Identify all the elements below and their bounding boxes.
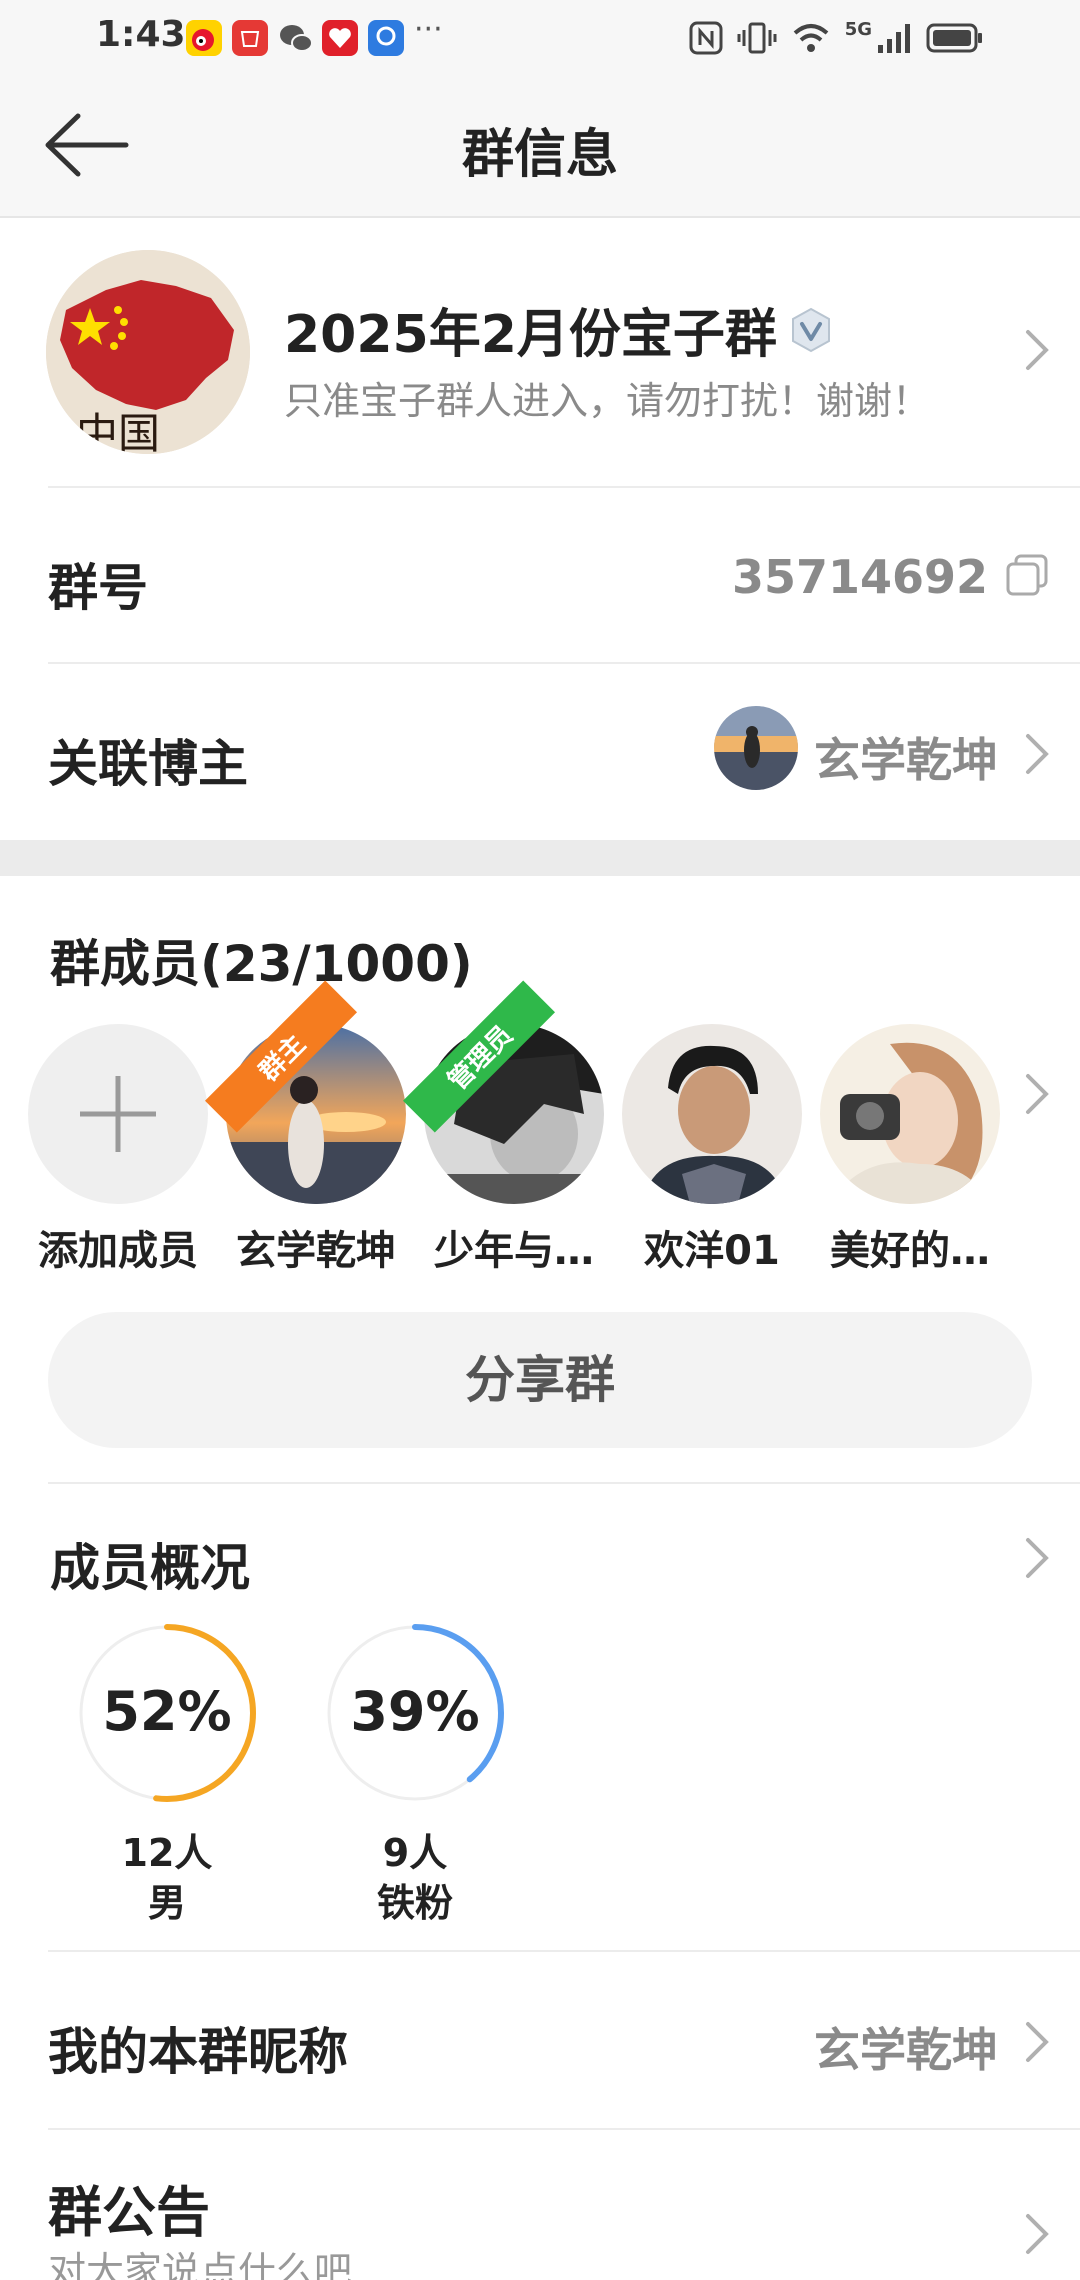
add-member-button[interactable]: 添加成员 xyxy=(28,1024,208,1276)
add-member-circle xyxy=(28,1024,208,1204)
divider xyxy=(48,1950,1080,1952)
blogger-name: 玄学乾坤 xyxy=(814,733,998,787)
member-name: 玄学乾坤 xyxy=(236,1228,396,1274)
members-title: 群成员(23/1000) xyxy=(50,935,473,993)
group-id-value: 35714692 xyxy=(731,550,988,604)
linked-blogger-label: 关联博主 xyxy=(48,735,248,793)
my-nickname-row[interactable]: 我的本群昵称 玄学乾坤 xyxy=(0,1954,1080,2128)
group-description: 只准宝子群人进入，请勿打扰！谢谢！ xyxy=(284,379,931,423)
member-item[interactable]: 欢洋01 xyxy=(622,1024,802,1276)
more-notifications-icon: ··· xyxy=(414,12,443,47)
loyal-fans-count: 9人 xyxy=(382,1831,448,1875)
wifi-icon xyxy=(793,24,829,52)
verified-badge-icon xyxy=(791,307,830,352)
linked-blogger-row[interactable]: 关联博主 玄学乾坤 xyxy=(0,666,1080,840)
member-avatar xyxy=(622,1024,802,1204)
male-count: 12人 xyxy=(121,1831,213,1875)
member-name: 美好的… xyxy=(830,1228,990,1274)
divider xyxy=(48,1482,1080,1484)
group-name-text: 2025年2月份宝子群 xyxy=(284,305,777,365)
nav-bar: 群信息 xyxy=(0,72,1080,218)
plus-icon xyxy=(80,1076,156,1152)
group-name: 2025年2月份宝子群 xyxy=(284,292,833,367)
blogger-avatar xyxy=(714,706,798,790)
browser-app-icon xyxy=(368,20,404,56)
group-notice-label: 群公告 xyxy=(48,2181,210,2244)
member-overview-title: 成员概况 xyxy=(50,1539,250,1597)
divider xyxy=(48,486,1080,488)
nfc-icon xyxy=(689,21,723,55)
health-app-icon xyxy=(322,20,358,56)
chevron-right-icon xyxy=(1026,2214,1049,2254)
chevron-right-icon[interactable] xyxy=(1024,1536,1050,1580)
divider xyxy=(48,662,1080,664)
male-label: 男 xyxy=(147,1881,186,1925)
divider xyxy=(48,2128,1080,2130)
group-avatar: 中国 xyxy=(46,250,250,454)
page-title: 群信息 xyxy=(461,125,618,185)
battery-icon xyxy=(926,23,982,53)
chevron-right-icon xyxy=(1026,734,1049,774)
my-nickname-value: 玄学乾坤 xyxy=(814,2023,998,2077)
chevron-right-icon xyxy=(1026,2022,1049,2062)
male-percent: 52% xyxy=(102,1680,232,1743)
group-id-row: 群号 35714692 xyxy=(0,490,1080,664)
weibo-app-icon xyxy=(186,20,222,56)
svg-text:中国: 中国 xyxy=(76,409,160,454)
network-type-label: 5G xyxy=(844,18,872,40)
member-name: 欢洋01 xyxy=(644,1228,780,1274)
group-id-label: 群号 xyxy=(48,559,148,617)
status-time: 1:43 xyxy=(96,14,186,55)
member-avatar xyxy=(820,1024,1000,1204)
huawei-store-icon xyxy=(232,20,268,56)
copy-icon[interactable] xyxy=(1004,552,1050,598)
male-ratio-ring: 52% xyxy=(72,1618,262,1808)
stat-loyal-fans: 39% 9人 铁粉 xyxy=(320,1618,510,1928)
group-notice-placeholder: 对大家说点什么吧 xyxy=(48,2249,353,2280)
member-name: 少年与… xyxy=(434,1228,594,1274)
status-bar: 1:43 ··· 5G xyxy=(0,0,1080,72)
loyal-fans-label: 铁粉 xyxy=(376,1881,453,1925)
wechat-icon xyxy=(278,20,314,56)
add-member-label: 添加成员 xyxy=(38,1228,198,1274)
share-group-button[interactable]: 分享群 xyxy=(48,1312,1032,1448)
group-profile-row[interactable]: 中国 2025年2月份宝子群 只准宝子群人进入，请勿打扰！谢谢！ xyxy=(0,220,1080,486)
signal-icon xyxy=(878,24,910,53)
vibrate-icon xyxy=(737,22,777,54)
stat-male: 52% 12人 男 xyxy=(72,1618,262,1928)
section-gap xyxy=(0,840,1080,876)
loyal-fans-ratio-ring: 39% xyxy=(320,1618,510,1808)
member-item[interactable]: 美好的… xyxy=(820,1024,1000,1276)
chevron-right-icon[interactable] xyxy=(1024,1072,1050,1116)
my-nickname-label: 我的本群昵称 xyxy=(48,2023,348,2081)
chevron-right-icon xyxy=(1026,330,1049,370)
loyal-fans-percent: 39% xyxy=(350,1680,480,1743)
